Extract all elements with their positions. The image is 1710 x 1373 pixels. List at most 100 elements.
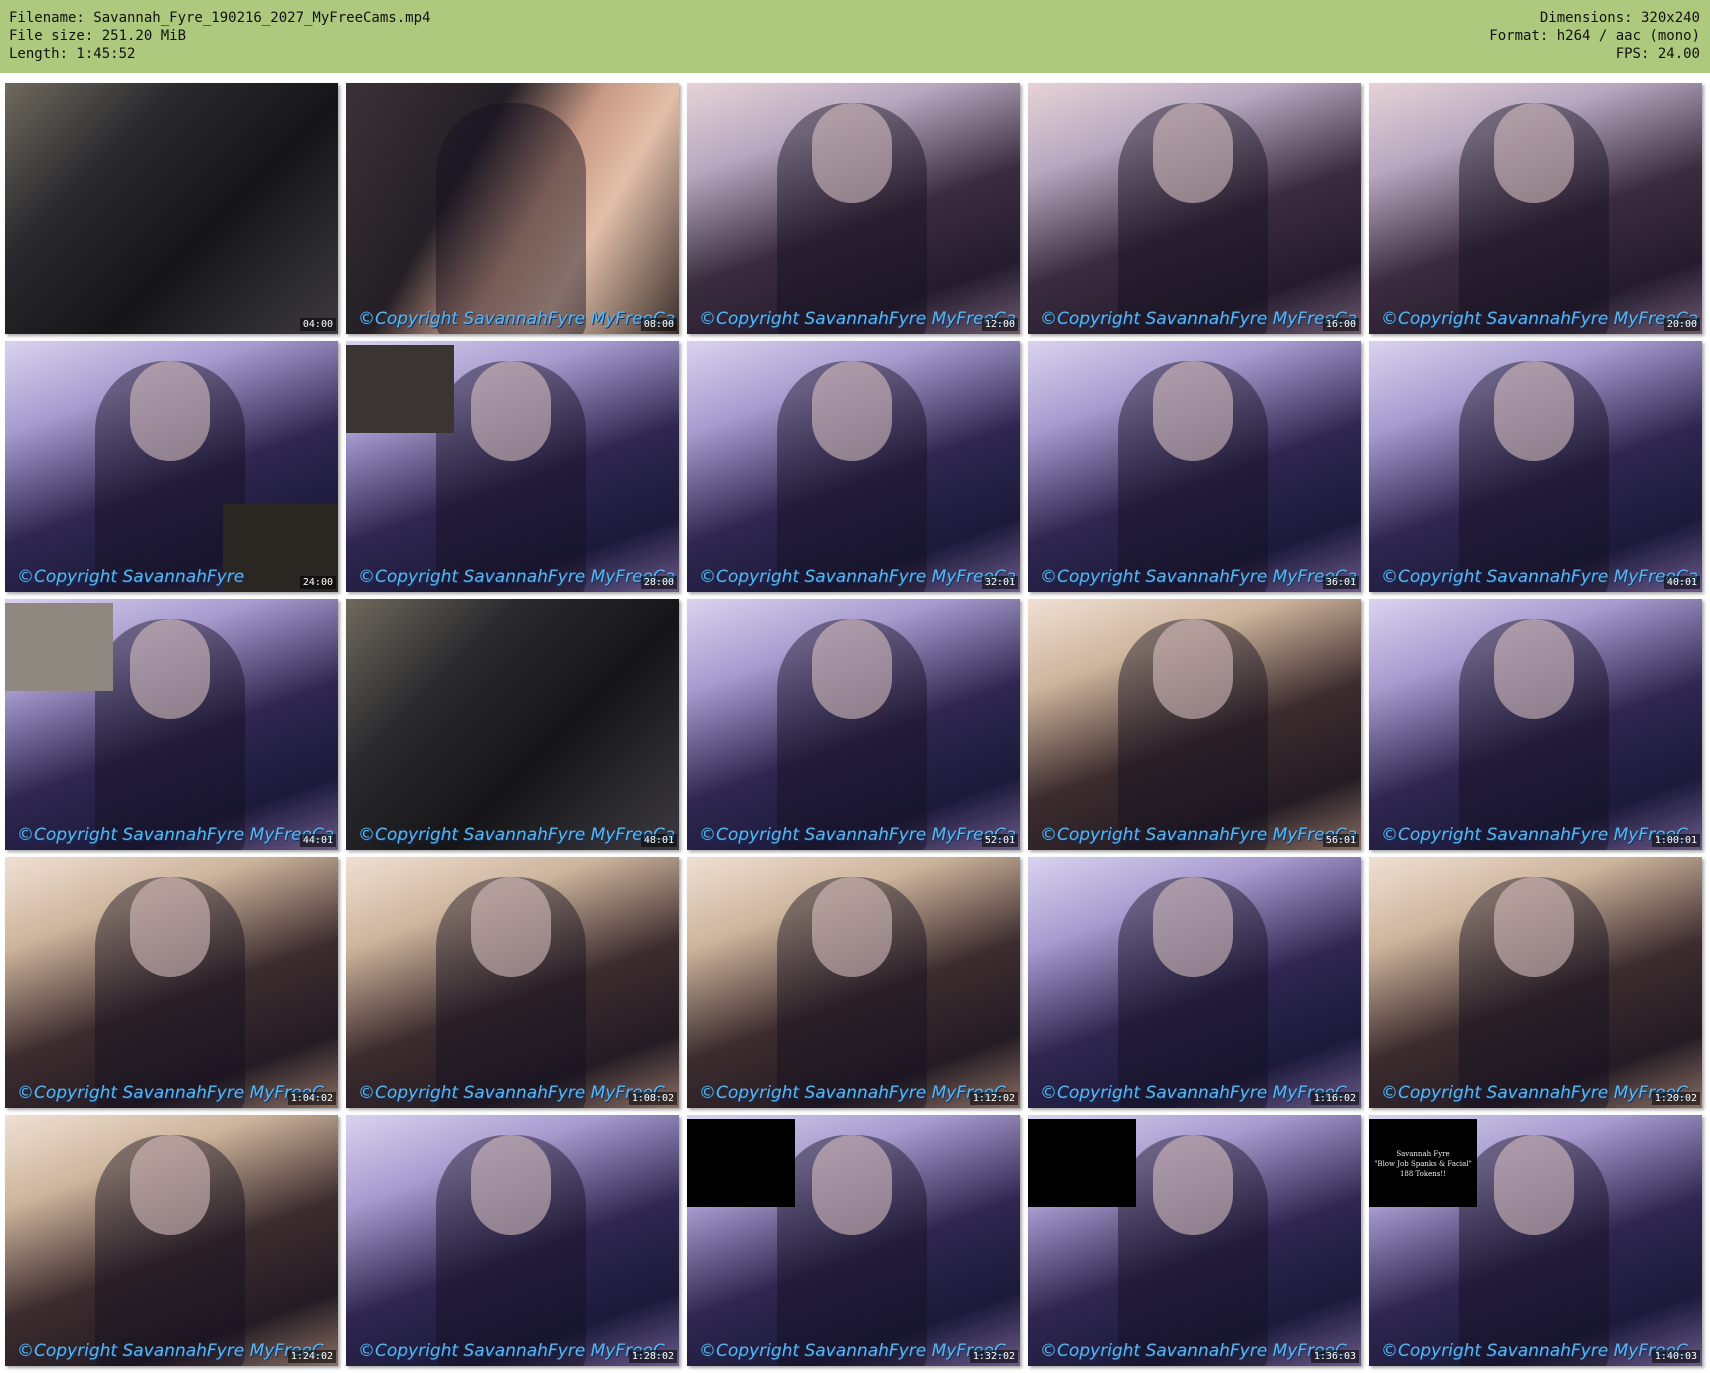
timestamp-label: 08:00 (640, 318, 677, 331)
timestamp-label: 28:00 (640, 576, 677, 589)
video-thumbnail: Savannah Fyre "Blow Job Spanks & Facial" 1… (1369, 1115, 1702, 1366)
video-thumbnail: ©Copyright SavannahFyre MyFreeCa 44:01 (5, 599, 338, 850)
timestamp-label: 16:00 (1322, 318, 1359, 331)
timestamp-label: 36:01 (1322, 576, 1359, 589)
video-thumbnail: ©Copyright SavannahFyre MyFreeCa 52:01 (687, 599, 1020, 850)
timestamp-label: 56:01 (1322, 834, 1359, 847)
face-area (1153, 361, 1233, 461)
video-thumbnail: ©Copyright SavannahFyre MyFreeCa 48:01 (346, 599, 679, 850)
copyright-watermark: ©Copyright SavannahFyre MyFreeCa (358, 309, 676, 329)
face-area (1494, 103, 1574, 203)
timestamp-label: 1:32:02 (969, 1350, 1018, 1363)
video-thumbnail: 04:00 (5, 83, 338, 334)
copyright-watermark: ©Copyright SavannahFyre MyFreeC (1040, 1083, 1347, 1103)
timestamp-label: 1:24:02 (287, 1350, 336, 1363)
copyright-watermark: ©Copyright SavannahFyre MyFreeC (358, 1083, 665, 1103)
copyright-watermark: ©Copyright SavannahFyre MyFreeCa (1040, 309, 1358, 329)
video-thumbnail: ©Copyright SavannahFyre MyFreeC 1:00:01 (1369, 599, 1702, 850)
face-area (1153, 103, 1233, 203)
promo-inset-text: Savannah Fyre "Blow Job Spanks & Facial" 1… (1369, 1149, 1477, 1179)
video-thumbnail: ©Copyright SavannahFyre MyFreeCa 20:00 (1369, 83, 1702, 334)
copyright-watermark: ©Copyright SavannahFyre MyFreeC (699, 1341, 1006, 1361)
timestamp-label: 40:01 (1663, 576, 1700, 589)
timestamp-label: 32:01 (981, 576, 1018, 589)
video-thumbnail: ©Copyright SavannahFyre MyFreeCa 40:01 (1369, 341, 1702, 592)
picture-in-picture-inset (5, 603, 113, 691)
face-area (1494, 1135, 1574, 1235)
face-area (130, 1135, 210, 1235)
face-area (471, 361, 551, 461)
timestamp-label: 44:01 (299, 834, 336, 847)
thumbnail-frame (5, 83, 338, 334)
video-thumbnail: ©Copyright SavannahFyre 24:00 (5, 341, 338, 592)
face-area (130, 877, 210, 977)
timestamp-label: 48:01 (640, 834, 677, 847)
thumbnail-grid: 04:00 ©Copyright SavannahFyre MyFreeCa 08:… (0, 0, 1710, 1373)
video-thumbnail: ©Copyright SavannahFyre MyFreeCa 12:00 (687, 83, 1020, 334)
timestamp-label: 1:04:02 (287, 1092, 336, 1105)
face-area (1494, 877, 1574, 977)
thumbnail-frame (346, 599, 679, 850)
timestamp-label: 1:12:02 (969, 1092, 1018, 1105)
video-thumbnail: ©Copyright SavannahFyre MyFreeC 1:36:03 (1028, 1115, 1361, 1366)
video-thumbnail: ©Copyright SavannahFyre MyFreeC 1:08:02 (346, 857, 679, 1108)
video-thumbnail: ©Copyright SavannahFyre MyFreeCa 36:01 (1028, 341, 1361, 592)
copyright-watermark: ©Copyright SavannahFyre MyFreeCa (1040, 567, 1358, 587)
video-thumbnail: ©Copyright SavannahFyre MyFreeC 1:20:02 (1369, 857, 1702, 1108)
video-thumbnail: ©Copyright SavannahFyre MyFreeC 1:04:02 (5, 857, 338, 1108)
picture-in-picture-inset (1028, 1119, 1136, 1207)
copyright-watermark: ©Copyright SavannahFyre MyFreeCa (1040, 825, 1358, 845)
promo-line: Savannah Fyre (1396, 1150, 1450, 1158)
copyright-watermark: ©Copyright SavannahFyre MyFreeCa (358, 825, 676, 845)
figure-silhouette (436, 103, 586, 334)
face-area (471, 1135, 551, 1235)
copyright-watermark: ©Copyright SavannahFyre MyFreeC (1381, 1341, 1688, 1361)
timestamp-label: 1:20:02 (1651, 1092, 1700, 1105)
timestamp-label: 12:00 (981, 318, 1018, 331)
copyright-watermark: ©Copyright SavannahFyre MyFreeCa (1381, 567, 1699, 587)
timestamp-label: 1:36:03 (1310, 1350, 1359, 1363)
picture-in-picture-inset (346, 345, 454, 433)
face-area (1153, 877, 1233, 977)
copyright-watermark: ©Copyright SavannahFyre MyFreeC (1381, 1083, 1688, 1103)
copyright-watermark: ©Copyright SavannahFyre MyFreeCa (358, 567, 676, 587)
face-area (1153, 1135, 1233, 1235)
copyright-watermark: ©Copyright SavannahFyre MyFreeC (17, 1083, 324, 1103)
copyright-watermark: ©Copyright SavannahFyre MyFreeC (1381, 825, 1688, 845)
video-thumbnail: ©Copyright SavannahFyre MyFreeCa 32:01 (687, 341, 1020, 592)
copyright-watermark: ©Copyright SavannahFyre MyFreeCa (699, 567, 1017, 587)
face-area (471, 877, 551, 977)
timestamp-label: 1:16:02 (1310, 1092, 1359, 1105)
timestamp-label: 1:00:01 (1651, 834, 1700, 847)
video-thumbnail: ©Copyright SavannahFyre MyFreeC 1:12:02 (687, 857, 1020, 1108)
timestamp-label: 1:08:02 (628, 1092, 677, 1105)
timestamp-label: 52:01 (981, 834, 1018, 847)
video-thumbnail: ©Copyright SavannahFyre MyFreeCa 56:01 (1028, 599, 1361, 850)
copyright-watermark: ©Copyright SavannahFyre MyFreeC (699, 1083, 1006, 1103)
timestamp-label: 1:40:03 (1651, 1350, 1700, 1363)
face-area (130, 361, 210, 461)
video-thumbnail: ©Copyright SavannahFyre MyFreeC 1:28:02 (346, 1115, 679, 1366)
face-area (812, 103, 892, 203)
timestamp-label: 1:28:02 (628, 1350, 677, 1363)
copyright-watermark: ©Copyright SavannahFyre MyFreeC (17, 1341, 324, 1361)
copyright-watermark: ©Copyright SavannahFyre MyFreeCa (17, 825, 335, 845)
video-thumbnail: ©Copyright SavannahFyre MyFreeC 1:24:02 (5, 1115, 338, 1366)
timestamp-label: 24:00 (299, 576, 336, 589)
copyright-watermark: ©Copyright SavannahFyre MyFreeCa (1381, 309, 1699, 329)
promo-line: 188 Tokens!! (1399, 1170, 1447, 1178)
copyright-watermark: ©Copyright SavannahFyre MyFreeCa (699, 825, 1017, 845)
copyright-watermark: ©Copyright SavannahFyre MyFreeC (358, 1341, 665, 1361)
timestamp-label: 04:00 (299, 318, 336, 331)
video-thumbnail: ©Copyright SavannahFyre MyFreeCa 28:00 (346, 341, 679, 592)
copyright-watermark: ©Copyright SavannahFyre MyFreeCa (699, 309, 1017, 329)
video-thumbnail: ©Copyright SavannahFyre MyFreeC 1:32:02 (687, 1115, 1020, 1366)
picture-in-picture-inset: Savannah Fyre "Blow Job Spanks & Facial" 1… (1369, 1119, 1477, 1207)
promo-line: "Blow Job Spanks & Facial" (1374, 1160, 1472, 1168)
timestamp-label: 20:00 (1663, 318, 1700, 331)
picture-in-picture-inset (687, 1119, 795, 1207)
face-area (812, 1135, 892, 1235)
face-area (812, 361, 892, 461)
video-thumbnail: ©Copyright SavannahFyre MyFreeCa 16:00 (1028, 83, 1361, 334)
face-area (812, 619, 892, 719)
